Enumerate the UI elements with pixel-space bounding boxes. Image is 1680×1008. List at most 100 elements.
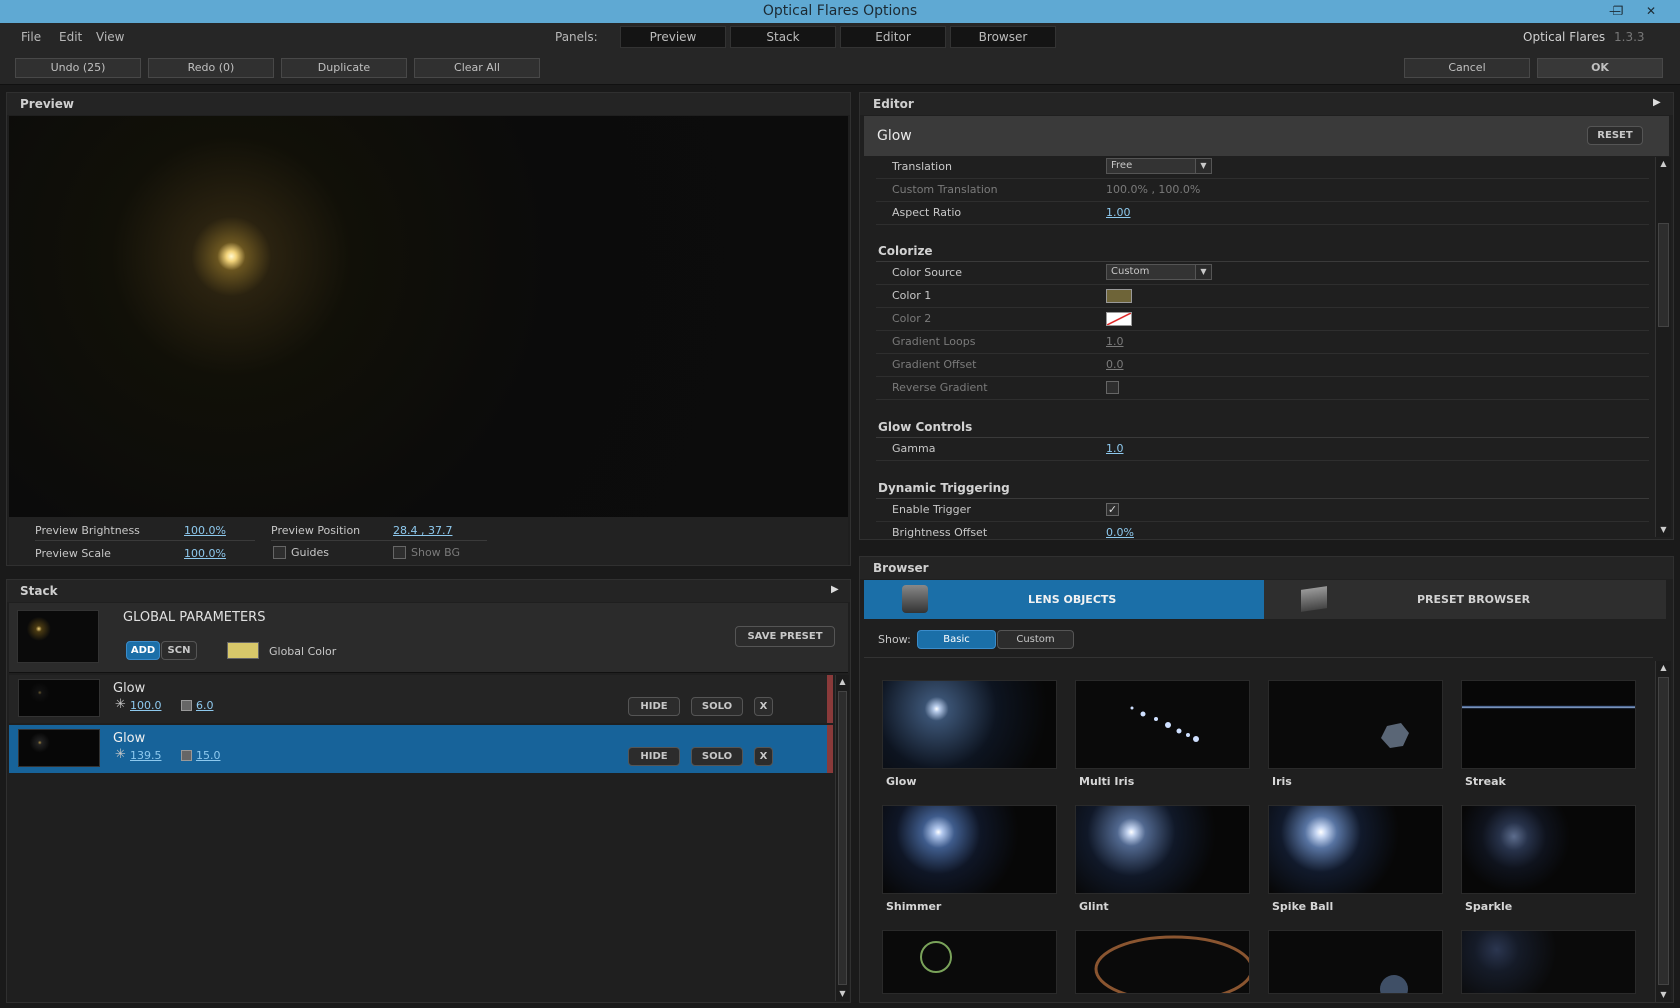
global-color-label: Global Color xyxy=(269,645,337,658)
preview-brightness-value[interactable]: 100.0% xyxy=(184,524,226,537)
window-title: Optical Flares Options xyxy=(762,3,918,19)
tab-preset-browser[interactable]: PRESET BROWSER xyxy=(1264,580,1666,619)
scale-icon xyxy=(181,700,192,711)
close-icon[interactable]: ✕ xyxy=(1640,2,1662,20)
app-name: Optical Flares xyxy=(1523,30,1606,44)
redo-button[interactable]: Redo (0) xyxy=(148,58,274,78)
global-color-swatch[interactable] xyxy=(227,642,259,659)
hide-button[interactable]: HIDE xyxy=(628,747,680,766)
show-bg-checkbox[interactable] xyxy=(393,546,406,559)
menu-edit[interactable]: Edit xyxy=(59,30,82,44)
editor-collapse-icon[interactable]: ▶ xyxy=(1653,97,1661,108)
color-source-row: Color Source Custom ▼ xyxy=(876,262,1649,285)
cancel-button[interactable]: Cancel xyxy=(1404,58,1530,78)
gamma-row: Gamma 1.0 xyxy=(876,438,1649,461)
enable-trigger-row: Enable Trigger ✓ xyxy=(876,499,1649,522)
lens-thumbnail xyxy=(882,805,1057,894)
solo-button[interactable]: SOLO xyxy=(691,747,743,766)
brightness-icon: ✳ xyxy=(115,697,126,712)
duplicate-button[interactable]: Duplicate xyxy=(281,58,407,78)
solo-button[interactable]: SOLO xyxy=(691,697,743,716)
brightness-offset-label: Brightness Offset xyxy=(892,526,988,539)
glow-controls-section-title: Glow Controls xyxy=(878,420,973,434)
restore-icon[interactable]: ❐ xyxy=(1607,2,1629,20)
stack-expand-icon[interactable]: ▶ xyxy=(831,584,839,595)
enable-trigger-label: Enable Trigger xyxy=(892,503,971,516)
custom-translation-row: Custom Translation 100.0% , 100.0% xyxy=(876,179,1649,202)
stack-panel: Stack ▶ GLOBAL PARAMETERS ADD SCN Global… xyxy=(6,579,851,1003)
lens-thumbnail xyxy=(1461,680,1636,769)
preview-title: Preview xyxy=(7,93,850,115)
gamma-label: Gamma xyxy=(892,442,936,455)
lens-item-shimmer[interactable]: Shimmer xyxy=(882,805,1057,915)
browser-scrollbar[interactable]: ▲ ▼ xyxy=(1655,661,1671,1002)
brightness-offset-value[interactable]: 0.0% xyxy=(1106,526,1134,539)
lens-item-streak[interactable]: Streak xyxy=(1461,680,1636,790)
ok-button[interactable]: OK xyxy=(1537,58,1663,78)
filter-basic[interactable]: Basic xyxy=(917,630,996,649)
reverse-gradient-checkbox[interactable] xyxy=(1106,381,1119,394)
stack-item[interactable]: Glow ✳ 100.0 6.0 HIDE SOLO X xyxy=(9,675,833,723)
scale-icon xyxy=(181,750,192,761)
stack-scrollbar[interactable]: ▲ ▼ xyxy=(835,675,849,1001)
stack-item-brightness[interactable]: 139.5 xyxy=(130,749,162,762)
lens-item-glint[interactable]: Glint xyxy=(1075,805,1250,915)
tab-browser[interactable]: Browser xyxy=(950,26,1056,48)
gamma-value[interactable]: 1.0 xyxy=(1106,442,1124,455)
lens-item-multi-iris[interactable]: Multi Iris xyxy=(1075,680,1250,790)
guides-checkbox[interactable] xyxy=(273,546,286,559)
aspect-ratio-value[interactable]: 1.00 xyxy=(1106,206,1131,219)
save-preset-button[interactable]: SAVE PRESET xyxy=(735,626,835,647)
undo-button[interactable]: Undo (25) xyxy=(15,58,141,78)
stack-item-name: Glow xyxy=(113,681,146,696)
lens-item-orbs[interactable] xyxy=(1461,930,1636,994)
lens-thumbnail xyxy=(1268,805,1443,894)
filter-custom[interactable]: Custom xyxy=(997,630,1074,649)
add-button[interactable]: ADD xyxy=(126,641,160,660)
enable-trigger-checkbox[interactable]: ✓ xyxy=(1106,503,1119,516)
stack-item-brightness[interactable]: 100.0 xyxy=(130,699,162,712)
stack-item-scale[interactable]: 6.0 xyxy=(196,699,214,712)
editor-scrollbar[interactable]: ▲ ▼ xyxy=(1655,157,1671,537)
lens-item-spike-ball[interactable]: Spike Ball xyxy=(1268,805,1443,915)
tab-editor[interactable]: Editor xyxy=(840,26,946,48)
guides-label: Guides xyxy=(291,546,330,559)
translation-dropdown[interactable]: Free ▼ xyxy=(1106,158,1212,174)
lens-item-iris[interactable]: Iris xyxy=(1268,680,1443,790)
stack-item[interactable]: Glow ✳ 139.5 15.0 HIDE SOLO X xyxy=(9,725,833,773)
color2-row: Color 2 xyxy=(876,308,1649,331)
stack-item-scale[interactable]: 15.0 xyxy=(196,749,221,762)
menu-file[interactable]: File xyxy=(21,30,41,44)
translation-label: Translation xyxy=(892,160,952,173)
lens-item-star[interactable] xyxy=(1268,930,1443,994)
lens-item-ring[interactable] xyxy=(882,930,1057,994)
hide-button[interactable]: HIDE xyxy=(628,697,680,716)
scn-button[interactable]: SCN xyxy=(161,641,197,660)
menu-view[interactable]: View xyxy=(96,30,124,44)
preview-scale-value[interactable]: 100.0% xyxy=(184,547,226,560)
preview-viewport[interactable] xyxy=(9,116,848,517)
preview-controls: Preview Brightness 100.0% Preview Scale … xyxy=(9,517,848,565)
clear-all-button[interactable]: Clear All xyxy=(414,58,540,78)
color1-label: Color 1 xyxy=(892,289,932,302)
menu-bar: File Edit View Panels: Preview Stack Edi… xyxy=(0,23,1680,51)
reverse-gradient-row: Reverse Gradient xyxy=(876,377,1649,400)
tab-preview[interactable]: Preview xyxy=(620,26,726,48)
color-source-dropdown[interactable]: Custom ▼ xyxy=(1106,264,1212,280)
remove-button[interactable]: X xyxy=(754,747,773,766)
aspect-ratio-label: Aspect Ratio xyxy=(892,206,962,219)
color1-swatch[interactable] xyxy=(1106,289,1132,303)
stack-item-name: Glow xyxy=(113,731,146,746)
lens-item-glow[interactable]: Glow xyxy=(882,680,1057,790)
lens-item-hoop[interactable] xyxy=(1075,930,1250,994)
color1-row: Color 1 xyxy=(876,285,1649,308)
remove-button[interactable]: X xyxy=(754,697,773,716)
color2-swatch[interactable] xyxy=(1106,312,1132,326)
custom-translation-label: Custom Translation xyxy=(892,183,998,196)
lens-thumbnail xyxy=(1268,680,1443,769)
tab-lens-objects[interactable]: LENS OBJECTS xyxy=(864,580,1264,619)
lens-item-sparkle[interactable]: Sparkle xyxy=(1461,805,1636,915)
reset-button[interactable]: RESET xyxy=(1587,126,1643,145)
preview-position-value[interactable]: 28.4 , 37.7 xyxy=(393,524,452,537)
tab-stack[interactable]: Stack xyxy=(730,26,836,48)
